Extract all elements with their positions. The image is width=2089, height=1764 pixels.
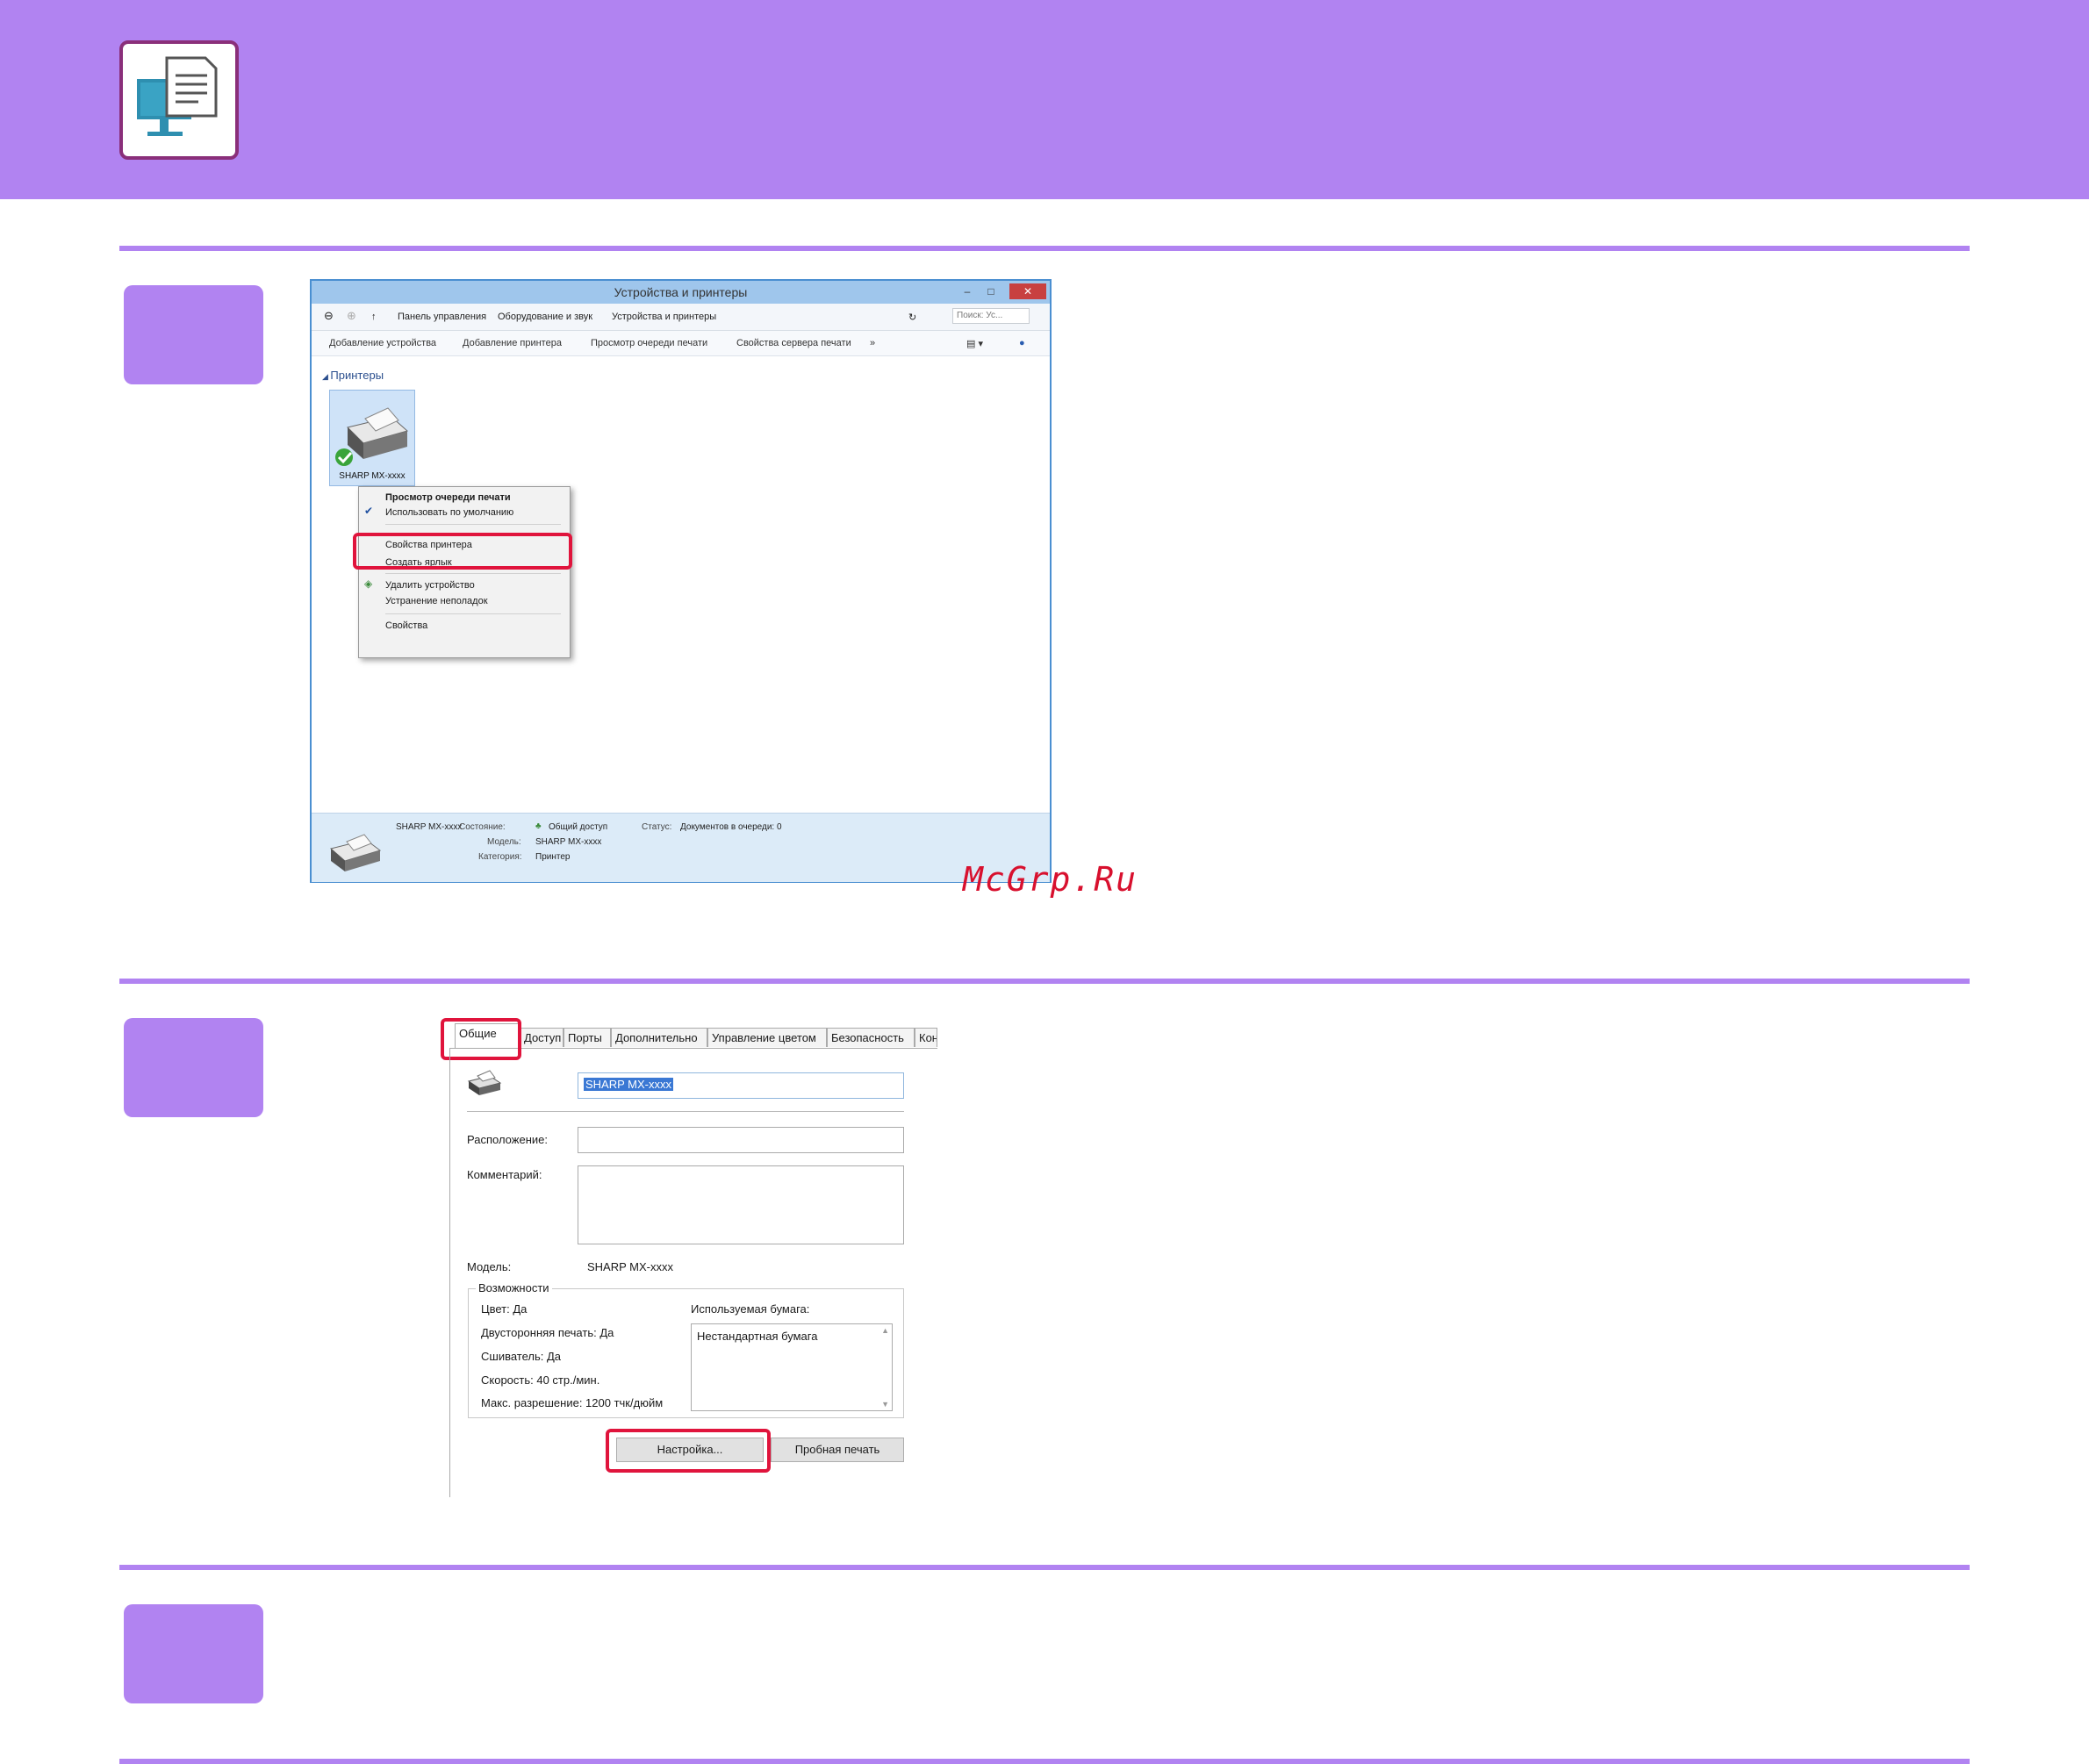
dialog-border <box>449 1048 450 1497</box>
scroll-down-icon[interactable]: ▼ <box>881 1400 889 1409</box>
detail-model-value: SHARP MX-xxxx <box>535 837 602 847</box>
context-menu: Просмотр очереди печати ✔ Использовать п… <box>358 486 571 658</box>
highlight-frame <box>606 1429 771 1473</box>
printer-name-input[interactable]: SHARP MX-xxxx <box>578 1072 904 1099</box>
location-label: Расположение: <box>467 1133 548 1146</box>
tab-color-management[interactable]: Управление цветом <box>707 1028 827 1047</box>
share-icon: ♣ <box>535 821 542 831</box>
printers-group-header[interactable]: ◢ Принтеры <box>322 369 384 382</box>
feature-duplex: Двусторонняя печать: Да <box>481 1326 614 1339</box>
comment-label: Комментарий: <box>467 1168 542 1181</box>
printer-icon <box>329 834 382 871</box>
step-3-badge <box>124 1604 263 1703</box>
feature-stapler: Сшиватель: Да <box>481 1350 562 1363</box>
forward-icon[interactable]: ⊕ <box>347 309 356 323</box>
printer-icon <box>335 407 409 466</box>
paper-list-item[interactable]: Нестандартная бумага <box>697 1330 817 1343</box>
highlight-frame <box>353 533 572 570</box>
highlight-frame <box>441 1018 521 1060</box>
feature-color: Цвет: Да <box>481 1302 528 1316</box>
help-icon[interactable]: ● <box>1019 338 1025 348</box>
details-pane: SHARP MX-xxxx Состояние: ♣ Общий доступ … <box>312 813 1050 882</box>
shield-icon: ◈ <box>364 577 373 590</box>
menu-item-properties[interactable]: Свойства <box>385 620 427 631</box>
printer-name-value: SHARP MX-xxxx <box>584 1078 673 1091</box>
tab-sharing[interactable]: Доступ <box>520 1028 564 1047</box>
minimize-icon[interactable]: – <box>957 283 978 299</box>
detail-printer-name: SHARP MX-xxxx <box>396 822 463 832</box>
tab-advanced[interactable]: Дополнительно <box>611 1028 707 1047</box>
printer-properties-dialog: Общие Доступ Порты Дополнительно Управле… <box>441 1018 937 1497</box>
window-titlebar: Устройства и принтеры – □ ✕ <box>312 281 1050 304</box>
menu-item-remove-device[interactable]: Удалить устройство <box>385 580 475 591</box>
search-input[interactable]: Поиск: Ус... <box>952 308 1030 324</box>
printer-name-label: SHARP MX-xxxx <box>339 471 406 481</box>
command-toolbar: Добавление устройства Добавление принтер… <box>312 331 1050 356</box>
refresh-icon[interactable]: ↻ <box>908 312 916 323</box>
address-bar: ⊖ ⊕ ↑ Панель управления Оборудование и з… <box>312 304 1050 331</box>
menu-separator <box>385 613 561 614</box>
close-icon[interactable]: ✕ <box>1009 283 1046 299</box>
maximize-icon[interactable]: □ <box>980 283 1001 299</box>
section-divider <box>119 246 1970 251</box>
more-commands-button[interactable]: » <box>870 338 875 348</box>
detail-status-label: Статус: <box>642 822 672 832</box>
tab-security[interactable]: Безопасность <box>827 1028 915 1047</box>
section-divider <box>119 1759 1970 1764</box>
up-icon[interactable]: ↑ <box>371 312 377 322</box>
comment-textarea[interactable] <box>578 1165 904 1244</box>
feature-speed: Скорость: 40 стр./мин. <box>481 1373 600 1387</box>
detail-state-label: Состояние: <box>459 822 506 832</box>
checkmark-icon: ✔ <box>364 505 374 517</box>
window-title: Устройства и принтеры <box>614 285 748 299</box>
menu-item-set-default[interactable]: Использовать по умолчанию <box>385 507 513 518</box>
add-device-button[interactable]: Добавление устройства <box>329 338 436 348</box>
tab-ports[interactable]: Порты <box>564 1028 611 1047</box>
detail-category-value: Принтер <box>535 852 571 862</box>
print-server-properties-button[interactable]: Свойства сервера печати <box>736 338 851 348</box>
separator <box>467 1111 904 1112</box>
breadcrumb-item[interactable]: Устройства и принтеры <box>612 312 716 322</box>
menu-separator <box>385 573 561 574</box>
scroll-up-icon[interactable]: ▲ <box>881 1326 889 1335</box>
features-title: Возможности <box>476 1281 552 1294</box>
printer-tile[interactable]: SHARP MX-xxxx <box>329 390 415 486</box>
print-queue-button[interactable]: Просмотр очереди печати <box>591 338 707 348</box>
step-1-badge <box>124 285 263 384</box>
section-divider <box>119 1565 1970 1570</box>
test-print-button[interactable]: Пробная печать <box>771 1438 904 1462</box>
detail-category-label: Категория: <box>478 852 522 862</box>
detail-model-label: Модель: <box>487 837 521 847</box>
menu-item-print-queue[interactable]: Просмотр очереди печати <box>385 492 511 503</box>
section-divider <box>119 979 1970 984</box>
model-label: Модель: <box>467 1260 512 1273</box>
header-banner <box>0 0 2089 199</box>
printer-icon <box>467 1070 502 1095</box>
menu-item-troubleshoot[interactable]: Устранение неполадок <box>385 596 488 606</box>
breadcrumb-item[interactable]: Панель управления <box>398 312 486 322</box>
feature-resolution: Макс. разрешение: 1200 тчк/дюйм <box>481 1396 664 1409</box>
back-icon[interactable]: ⊖ <box>324 309 334 323</box>
paper-listbox[interactable]: Нестандартная бумага ▲ ▼ <box>691 1323 893 1411</box>
menu-separator <box>385 524 561 525</box>
pc-printer-icon <box>119 40 239 160</box>
view-options-icon[interactable]: ▤ ▾ <box>966 338 983 349</box>
breadcrumb-item[interactable]: Оборудование и звук <box>498 312 592 322</box>
paper-label: Используемая бумага: <box>691 1302 810 1316</box>
tab-configuration[interactable]: Конф <box>915 1028 937 1047</box>
model-value: SHARP MX-xxxx <box>587 1260 673 1273</box>
location-input[interactable] <box>578 1127 904 1153</box>
add-printer-button[interactable]: Добавление принтера <box>463 338 562 348</box>
devices-printers-window: Устройства и принтеры – □ ✕ ⊖ ⊕ ↑ Панель… <box>310 279 1052 883</box>
detail-status-value: Документов в очереди: 0 <box>680 822 782 832</box>
detail-state-value: Общий доступ <box>549 822 608 832</box>
watermark-text: McGrp.Ru <box>963 860 1138 899</box>
step-2-badge <box>124 1018 263 1117</box>
